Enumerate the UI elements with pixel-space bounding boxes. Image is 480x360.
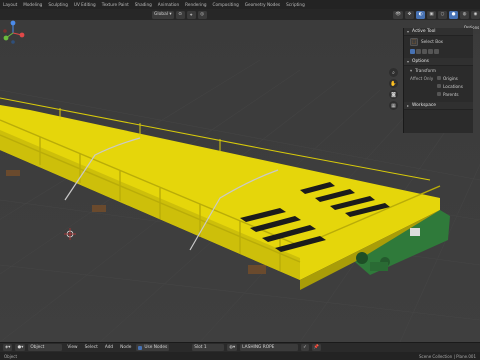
shader-type-icon[interactable]: ●▾ <box>15 344 26 351</box>
origins-label: Origins <box>443 75 458 81</box>
chevron-down-icon: ▾ <box>407 29 410 34</box>
workspace-tab[interactable]: Layout <box>0 2 20 7</box>
slot-dropdown[interactable]: Slot 1 <box>192 344 225 351</box>
workspace-tab[interactable]: Compositing <box>210 2 242 7</box>
workspace-tab[interactable]: UV Editing <box>71 2 99 7</box>
orientation-dropdown[interactable]: Global ▾ <box>152 10 174 19</box>
shader-editor-header: ◈▾ ●▾ Object View Select Add Node Use No… <box>0 342 480 352</box>
chevron-down-icon: ▾ <box>407 59 410 64</box>
overlay-icon[interactable]: ◐ <box>416 10 425 19</box>
hand-icon[interactable]: ✋ <box>389 79 398 88</box>
status-bar: Object Scene Collection | Plane.001 <box>0 352 480 360</box>
workspace-tab[interactable]: Scripting <box>283 2 308 7</box>
editor-type-icon[interactable]: ◈▾ <box>3 344 13 351</box>
mode-dropdown[interactable]: Object <box>28 344 63 351</box>
mode-new-icon[interactable] <box>410 48 415 54</box>
chevron-right-icon: ▸ <box>407 103 410 108</box>
menu-node[interactable]: Node <box>118 344 133 351</box>
active-tool-title: Active Tool <box>412 29 436 34</box>
mode-buttons-row <box>404 47 473 55</box>
workspace-tab[interactable]: Sculpting <box>45 2 71 7</box>
fake-user-icon[interactable]: ✓ <box>301 344 309 351</box>
grid-icon[interactable]: ▦ <box>389 101 398 110</box>
workspace-title: Workspace <box>412 103 437 108</box>
workspace-tab[interactable]: Animation <box>155 2 182 7</box>
parents-row: Parents <box>404 90 473 98</box>
use-nodes-label: Use Nodes <box>144 345 168 350</box>
locations-label: Locations <box>443 83 463 89</box>
workspace-tab[interactable]: Texture Paint <box>99 2 132 7</box>
navigation-gizmo[interactable] <box>0 20 26 46</box>
snap-icon[interactable]: ⌖ <box>186 10 196 19</box>
material-icon[interactable]: ◍▾ <box>227 344 238 351</box>
use-nodes-toggle[interactable]: Use Nodes <box>136 344 170 351</box>
tool-row: ⬚ Select Box <box>404 36 473 47</box>
workspace-tab[interactable]: Shading <box>132 2 155 7</box>
options-header[interactable]: ▾ Options <box>404 58 473 66</box>
mode-invert-icon[interactable] <box>428 48 433 54</box>
gizmo-toggle-icon[interactable]: ✥ <box>405 10 414 19</box>
menu-view[interactable]: View <box>65 344 79 351</box>
menu-select[interactable]: Select <box>83 344 100 351</box>
mode-extend-icon[interactable] <box>416 48 421 54</box>
transform-title: Transform <box>415 67 436 73</box>
orientation-label: Global <box>154 12 169 17</box>
shading-wire-icon[interactable]: ○ <box>438 10 447 19</box>
camera-icon[interactable]: ◙ <box>389 90 398 99</box>
active-tool-header[interactable]: ▾ Active Tool <box>404 28 473 36</box>
mode-intersect-icon[interactable] <box>434 48 439 54</box>
workspace-tabs-bar: Layout Modeling Sculpting UV Editing Tex… <box>0 0 480 9</box>
status-left: Object <box>4 353 18 359</box>
proportional-edit-icon[interactable]: ◎ <box>197 10 207 19</box>
slot-label: Slot 1 <box>194 345 207 350</box>
workspace-tab[interactable]: Geometry Nodes <box>242 2 283 7</box>
pivot-icon[interactable]: ⊙ <box>175 10 185 19</box>
shading-solid-icon[interactable]: ● <box>449 10 458 19</box>
chevron-down-icon: ▾ <box>410 67 413 73</box>
origins-checkbox[interactable] <box>437 76 441 80</box>
workspace-header[interactable]: ▸ Workspace <box>404 102 473 110</box>
workspace-tab[interactable]: Rendering <box>182 2 209 7</box>
viewport-header: Global ▾ ⊙ ⌖ ◎ 👁 ✥ ◐ ▣ ○ ● ◍ ◉ <box>0 9 480 20</box>
locations-checkbox[interactable] <box>437 84 441 88</box>
material-name: LASHING ROPE <box>242 345 275 350</box>
sidebar-panel: ▾ Active Tool ⬚ Select Box ▾ Options ▾ T… <box>403 28 473 133</box>
zoom-icon[interactable]: ⌕ <box>389 68 398 77</box>
shading-render-icon[interactable]: ◉ <box>471 10 480 19</box>
parents-label: Parents <box>443 91 459 97</box>
xray-icon[interactable]: ▣ <box>427 10 436 19</box>
affect-only-row: Affect Only Origins <box>404 74 473 82</box>
material-name-field[interactable]: LASHING ROPE <box>240 344 299 351</box>
select-box-icon[interactable]: ⬚ <box>410 37 418 46</box>
menu-add[interactable]: Add <box>103 344 115 351</box>
tool-name: Select Box <box>421 39 444 44</box>
mode-label: Object <box>30 345 45 350</box>
mode-subtract-icon[interactable] <box>422 48 427 54</box>
locations-row: Locations <box>404 82 473 90</box>
visibility-icon[interactable]: 👁 <box>393 10 403 19</box>
pin-icon[interactable]: 📌 <box>311 344 322 351</box>
transform-subheader[interactable]: ▾ Transform <box>404 66 473 74</box>
shading-material-icon[interactable]: ◍ <box>460 10 469 19</box>
affect-only-label: Affect Only <box>410 75 434 81</box>
status-right: Scene Collection | Plane.001 <box>418 353 476 359</box>
parents-checkbox[interactable] <box>437 92 441 96</box>
options-title: Options <box>412 59 429 64</box>
workspace-tab[interactable]: Modeling <box>20 2 45 7</box>
